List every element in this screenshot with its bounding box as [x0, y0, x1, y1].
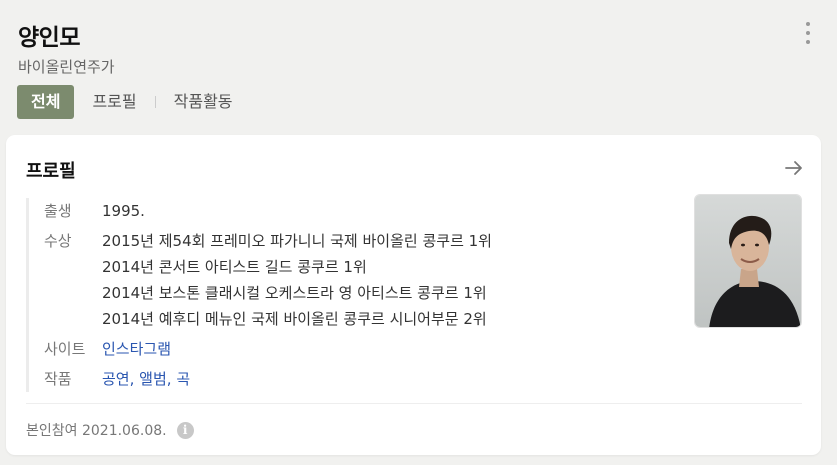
awards-label: 수상 — [44, 232, 72, 250]
profile-photo-image — [695, 195, 801, 327]
self-participation-date: 본인참여 2021.06.08. — [26, 423, 167, 439]
dot — [806, 31, 810, 35]
birth-row: 출생 1995. — [44, 198, 586, 224]
tab-works[interactable]: 작품활동 — [164, 85, 243, 119]
birth-value: 1995. — [102, 202, 145, 220]
award-item: 2014년 보스톤 클래시컬 오케스트라 영 아티스트 콩쿠르 1위 — [102, 284, 487, 302]
profile-card-title: 프로필 — [26, 161, 76, 182]
site-row: 사이트 인스타그램 — [44, 336, 586, 362]
birth-label: 출생 — [44, 202, 72, 220]
awards-list: 2015년 제54회 프레미오 파가니니 국제 바이올린 콩쿠르 1위 2014… — [102, 228, 492, 332]
info-icon[interactable]: i — [176, 421, 194, 439]
profile-info: 출생 1995. 수상 2015년 제54회 프레미오 파가니니 국제 바이올린… — [26, 198, 586, 392]
more-options-icon[interactable] — [800, 22, 816, 44]
instagram-link[interactable]: 인스타그램 — [102, 340, 171, 358]
tab-bar: 전체 프로필 작품활동 — [17, 85, 243, 119]
award-item: 2014년 예후디 메뉴인 국제 바이올린 콩쿠르 시니어부문 2위 — [102, 310, 487, 328]
person-occupation: 바이올린연주가 — [18, 58, 115, 76]
works-link-album[interactable]: 앨범 — [139, 370, 167, 388]
works-row: 작품 공연, 앨범, 곡 — [44, 366, 586, 392]
works-link-song[interactable]: 곡 — [176, 370, 190, 388]
header: 양인모 — [18, 18, 80, 52]
profile-card: 프로필 출생 1995. 수상 2015년 제54회 프레미오 파가니니 국제 … — [6, 135, 821, 455]
award-item: 2014년 콘서트 아티스트 길드 콩쿠르 1위 — [102, 258, 367, 276]
awards-row: 수상 2015년 제54회 프레미오 파가니니 국제 바이올린 콩쿠르 1위 2… — [44, 228, 586, 332]
award-item: 2015년 제54회 프레미오 파가니니 국제 바이올린 콩쿠르 1위 — [102, 232, 492, 250]
works-links: 공연, 앨범, 곡 — [102, 366, 190, 392]
tab-divider — [154, 96, 156, 108]
works-label: 작품 — [44, 370, 72, 388]
arrow-right-icon[interactable] — [783, 157, 805, 179]
tab-profile[interactable]: 프로필 — [82, 85, 146, 119]
profile-photo[interactable] — [694, 194, 802, 328]
person-name: 양인모 — [18, 25, 80, 51]
card-divider — [26, 403, 802, 404]
dot — [806, 40, 810, 44]
site-label: 사이트 — [44, 340, 86, 358]
footer: 본인참여 2021.06.08. i — [26, 420, 194, 440]
works-separator: , — [129, 370, 140, 388]
works-separator: , — [166, 370, 177, 388]
works-link-performance[interactable]: 공연 — [102, 370, 130, 388]
tab-all[interactable]: 전체 — [17, 85, 75, 119]
dot — [806, 22, 810, 26]
